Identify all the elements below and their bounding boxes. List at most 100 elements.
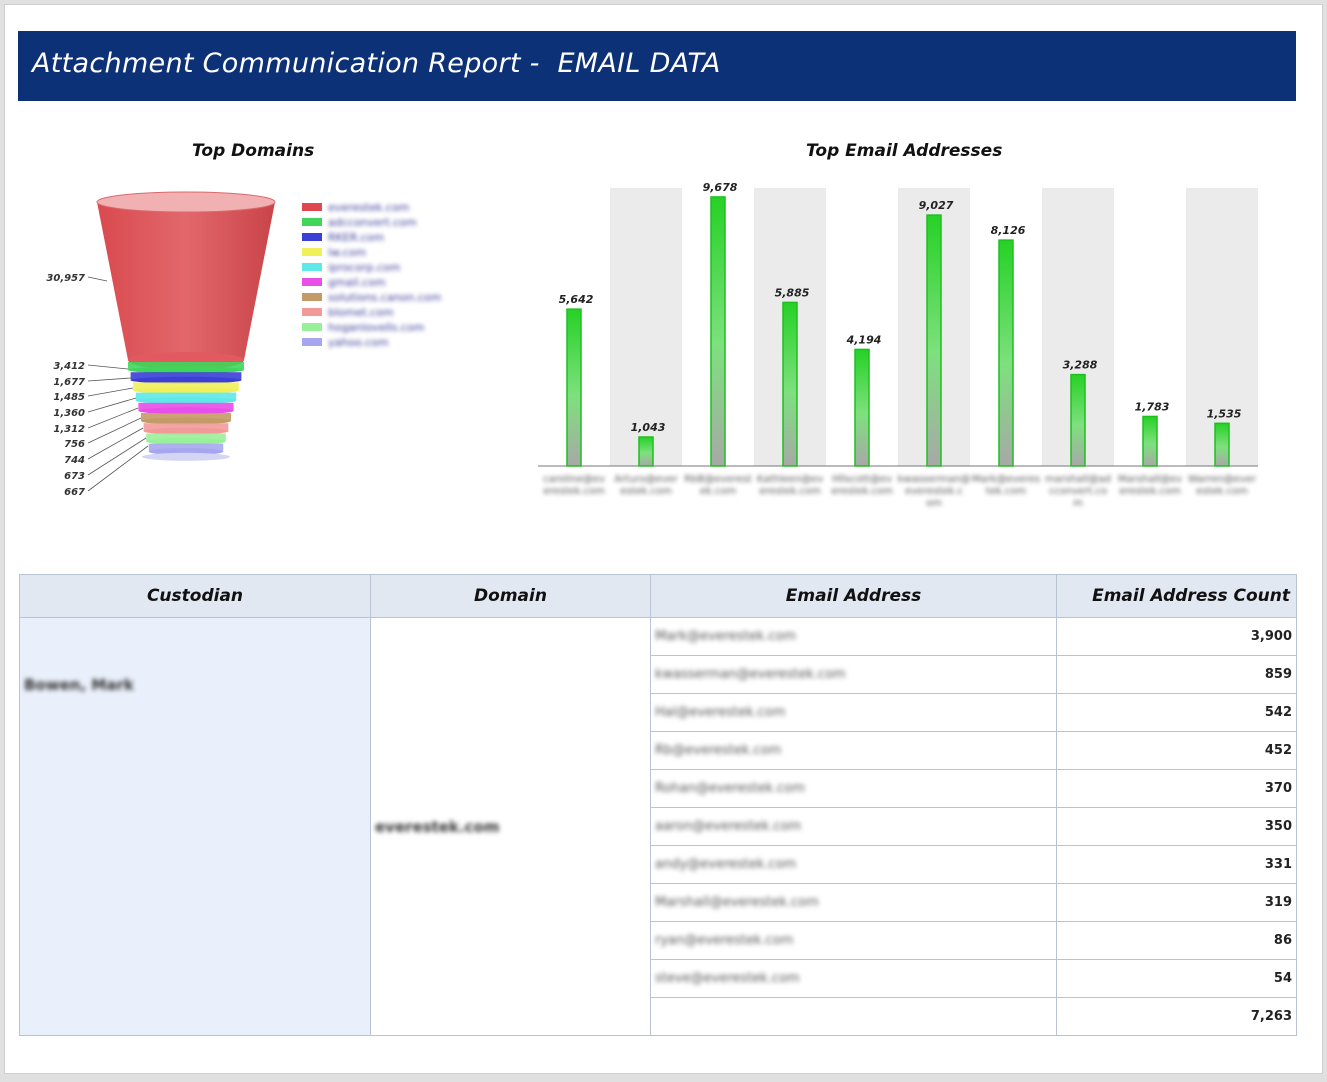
funnel-value-label-8: 673 xyxy=(64,471,85,482)
email-count-cell: 452 xyxy=(1056,731,1297,770)
legend-swatch-9 xyxy=(302,338,322,346)
email-address-cell: aaron@everestek.com xyxy=(650,807,1057,846)
bar-4 xyxy=(854,348,870,467)
top-domains-title: Top Domains xyxy=(192,141,315,161)
email-address: aaron@everestek.com xyxy=(655,819,802,834)
email-address-cell: steve@everestek.com xyxy=(650,959,1057,998)
funnel-leader-line-0 xyxy=(87,276,108,282)
legend-label-4: iprocorp.com xyxy=(328,261,400,274)
bar-9 xyxy=(1214,422,1230,467)
bar-6 xyxy=(998,239,1014,467)
bar-7 xyxy=(1070,373,1086,467)
bar-5 xyxy=(926,214,942,467)
legend-swatch-4 xyxy=(302,263,322,271)
custodian-name: Bowen, Mark xyxy=(24,676,134,694)
report-title: Attachment Communication Report - EMAIL … xyxy=(32,48,721,79)
domain-cell: everestek.com xyxy=(370,617,651,1036)
top-emails-title: Top Email Addresses xyxy=(806,141,1003,161)
bar-value-label-0: 5,642 xyxy=(559,293,594,306)
legend-swatch-8 xyxy=(302,323,322,331)
legend-label-0: everestek.com xyxy=(328,201,409,214)
custodian-cell: Bowen, Mark xyxy=(19,617,371,1036)
email-address: ryan@everestek.com xyxy=(655,933,794,948)
bar-category-label-6: Mark@everes tek.com xyxy=(972,474,1040,497)
funnel-value-label-9: 667 xyxy=(64,487,85,498)
email-address: Hal@everestek.com xyxy=(655,705,786,720)
funnel-value-label-1: 3,412 xyxy=(53,361,85,372)
email-count-cell: 859 xyxy=(1056,655,1297,694)
legend-swatch-7 xyxy=(302,308,322,316)
col-header-domain[interactable]: Domain xyxy=(370,574,651,618)
funnel-bottom-ellipse xyxy=(142,452,230,461)
legend-label-1: adcconvert.com xyxy=(328,216,417,229)
funnel-value-label-2: 1,677 xyxy=(53,377,85,388)
funnel-value-label-6: 756 xyxy=(64,439,85,450)
email-address: steve@everestek.com xyxy=(655,971,800,986)
legend-swatch-3 xyxy=(302,248,322,256)
bar-value-label-8: 1,783 xyxy=(1135,400,1170,413)
email-count-cell: 331 xyxy=(1056,845,1297,884)
funnel-top-ellipse xyxy=(96,191,276,213)
email-address: Mark@everestek.com xyxy=(655,629,797,644)
table-row: Bowen, Mark everestek.com Mark@everestek.c… xyxy=(19,617,1297,1036)
email-address: Marshall@everestek.com xyxy=(655,895,819,910)
email-address-cell: Rohan@everestek.com xyxy=(650,769,1057,808)
email-count-cell: 542 xyxy=(1056,693,1297,732)
legend-label-5: gmail.com xyxy=(328,276,386,289)
funnel-value-label-3: 1,485 xyxy=(53,392,85,403)
legend-swatch-0 xyxy=(302,203,322,211)
top-emails-bar-chart: 5,642 1,043 9,678 5,885 4,194 9,027 8,126 3,288… xyxy=(538,181,1258,509)
email-address-cell: andy@everestek.com xyxy=(650,845,1057,884)
email-address: Rb@everestek.com xyxy=(655,743,782,758)
email-count-cell: 3,900 xyxy=(1056,617,1297,656)
email-count-cell: 54 xyxy=(1056,959,1297,998)
legend-label-9: yahoo.com xyxy=(328,336,388,349)
bar-3 xyxy=(782,301,798,467)
total-empty-cell xyxy=(650,997,1057,1036)
legend-swatch-6 xyxy=(302,293,322,301)
bar-value-label-1: 1,043 xyxy=(631,421,666,434)
funnel-leader-line-1 xyxy=(87,364,129,370)
bar-value-label-6: 8,126 xyxy=(991,224,1026,237)
email-address-cell: Marshall@everestek.com xyxy=(650,883,1057,922)
bar-value-label-3: 5,885 xyxy=(775,286,810,299)
bar-value-label-2: 9,678 xyxy=(703,181,738,194)
bar-category-label-1: Arturo@ever estek.com xyxy=(614,474,678,497)
col-header-email-count[interactable]: Email Address Count xyxy=(1056,574,1297,618)
bar-0 xyxy=(566,308,582,467)
email-count-cell: 86 xyxy=(1056,921,1297,960)
bar-category-label-0: caroline@ev erestek.com xyxy=(543,474,605,497)
legend-label-6: solutions.canon.com xyxy=(328,291,441,304)
total-count-cell: 7,263 xyxy=(1056,997,1297,1036)
funnel-leader-line-5 xyxy=(87,407,139,429)
funnel-leader-line-4 xyxy=(87,397,137,413)
bar-category-label-2: RbB@everest ek.com xyxy=(684,474,752,497)
email-address: andy@everestek.com xyxy=(655,857,797,872)
bar-1 xyxy=(638,436,654,467)
col-header-custodian[interactable]: Custodian xyxy=(19,574,371,618)
email-address-cell: Rb@everestek.com xyxy=(650,731,1057,770)
legend-label-3: lw.com xyxy=(328,246,366,259)
email-address-cell: ryan@everestek.com xyxy=(650,921,1057,960)
table-header-row: Custodian Domain Email Address Email Add… xyxy=(19,574,1297,618)
bar-category-label-9: Warren@ever estek.com xyxy=(1188,474,1257,497)
email-address-cell: Hal@everestek.com xyxy=(650,693,1057,732)
legend-swatch-1 xyxy=(302,218,322,226)
email-count-cell: 350 xyxy=(1056,807,1297,846)
bar-value-label-9: 1,535 xyxy=(1207,407,1242,420)
legend-label-7: blomet.com xyxy=(328,306,394,319)
funnel-leader-line-7 xyxy=(87,427,144,460)
col-header-email-address[interactable]: Email Address xyxy=(650,574,1057,618)
funnel-value-label-5: 1,312 xyxy=(53,424,85,435)
legend-label-2: RKER.com xyxy=(328,231,384,244)
bar-2 xyxy=(710,196,726,467)
bar-value-label-5: 9,027 xyxy=(919,199,954,212)
email-address: Rohan@everestek.com xyxy=(655,781,805,796)
bar-8 xyxy=(1142,415,1158,467)
bar-category-label-3: Kathleen@ev erestek.com xyxy=(757,474,823,497)
email-count-cell: 319 xyxy=(1056,883,1297,922)
bar-category-label-7: marshall@ad cconvert.co m xyxy=(1045,474,1111,509)
email-address: kwasserman@everestek.com xyxy=(655,667,846,682)
email-address-cell: Mark@everestek.com xyxy=(650,617,1057,656)
funnel-leader-line-3 xyxy=(87,387,134,397)
